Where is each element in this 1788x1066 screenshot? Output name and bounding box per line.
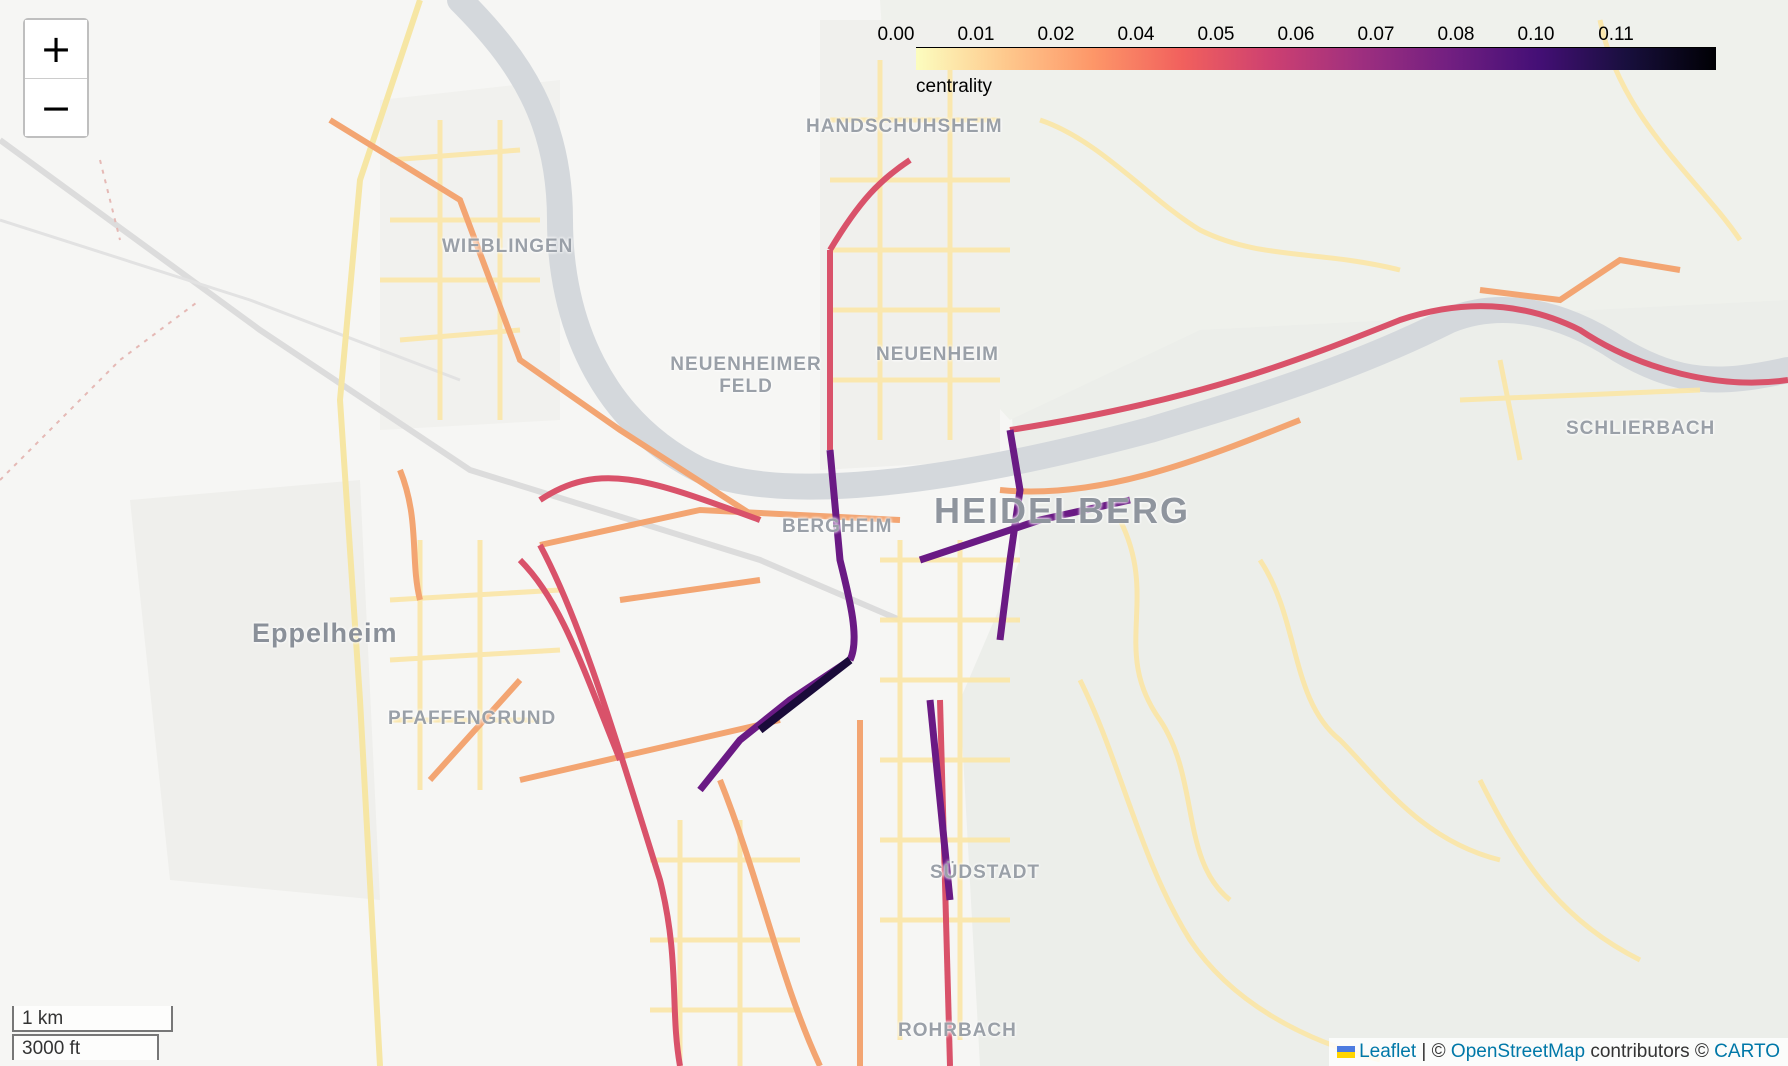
attribution-separator: | © — [1416, 1041, 1451, 1062]
place-label-neuenheimer-feld-line2: FELD — [719, 376, 773, 397]
legend-ticks: 0.00 0.01 0.02 0.04 0.05 0.06 0.07 0.08 0.10 0.11 — [878, 24, 1706, 46]
ukraine-flag-icon — [1337, 1045, 1356, 1058]
colormap-legend: 0.00 0.01 0.02 0.04 0.05 0.06 0.07 0.08 0.10 0.11… — [878, 20, 1716, 100]
urban-area-eppelheim — [130, 480, 380, 900]
zoom-in-button[interactable]: + — [25, 20, 87, 78]
legend-caption: centrality — [916, 76, 993, 97]
boundary-line — [0, 159, 201, 481]
legend-colorbar — [916, 48, 1716, 70]
place-label-handschuhsheim: HANDSCHUHSHEIM — [806, 116, 1003, 137]
place-label-eppelheim: Eppelheim — [252, 618, 398, 648]
attribution-contributors: contributors © — [1585, 1041, 1715, 1062]
legend-tick: 0.08 — [1437, 24, 1475, 45]
legend-tick: 0.00 — [877, 24, 915, 45]
legend-tick: 0.11 — [1598, 24, 1634, 45]
legend-tick: 0.02 — [1037, 24, 1075, 45]
scale-imperial: 3000 ft — [12, 1034, 159, 1060]
legend-tick: 0.06 — [1277, 24, 1315, 45]
legend-tick: 0.04 — [1117, 24, 1155, 45]
place-label-sudstadt: SÜDSTADT — [930, 862, 1041, 883]
place-label-neuenheimer-feld-line1: NEUENHEIMER — [670, 354, 822, 375]
scale-bar: 1 km 3000 ft — [12, 1006, 173, 1060]
zoom-out-button[interactable]: − — [25, 78, 87, 136]
legend-tick: 0.01 — [957, 24, 995, 45]
place-label-schlierbach: SCHLIERBACH — [1566, 418, 1716, 439]
place-label-bergheim: BERGHEIM — [782, 516, 893, 537]
map-tiles — [0, 0, 1788, 1066]
street-segment-max — [757, 656, 853, 734]
place-label-wieblingen: WIEBLINGEN — [442, 236, 574, 257]
place-label-pfaffengrund: PFAFFENGRUND — [388, 708, 557, 729]
place-label-rohrbach: ROHRBACH — [898, 1020, 1017, 1041]
place-label-neuenheim: NEUENHEIM — [876, 344, 1000, 365]
legend-tick: 0.05 — [1197, 24, 1235, 45]
zoom-control: + − — [23, 18, 89, 138]
legend-tick: 0.10 — [1517, 24, 1555, 45]
leaflet-link[interactable]: Leaflet — [1359, 1041, 1416, 1062]
attribution: Leaflet | © OpenStreetMap contributors ©… — [1329, 1038, 1788, 1066]
legend-tick: 0.07 — [1357, 24, 1395, 45]
carto-link[interactable]: CARTO — [1714, 1041, 1780, 1062]
place-label-heidelberg: HEIDELBERG — [934, 490, 1191, 531]
legend-axis — [916, 47, 1716, 48]
scale-metric: 1 km — [12, 1006, 173, 1032]
map-canvas[interactable]: HANDSCHUHSHEIM WIEBLINGEN NEUENHEIMER FE… — [0, 0, 1788, 1066]
place-label-neuenheimer-feld: NEUENHEIMER FELD — [666, 354, 826, 398]
osm-link[interactable]: OpenStreetMap — [1451, 1041, 1585, 1062]
